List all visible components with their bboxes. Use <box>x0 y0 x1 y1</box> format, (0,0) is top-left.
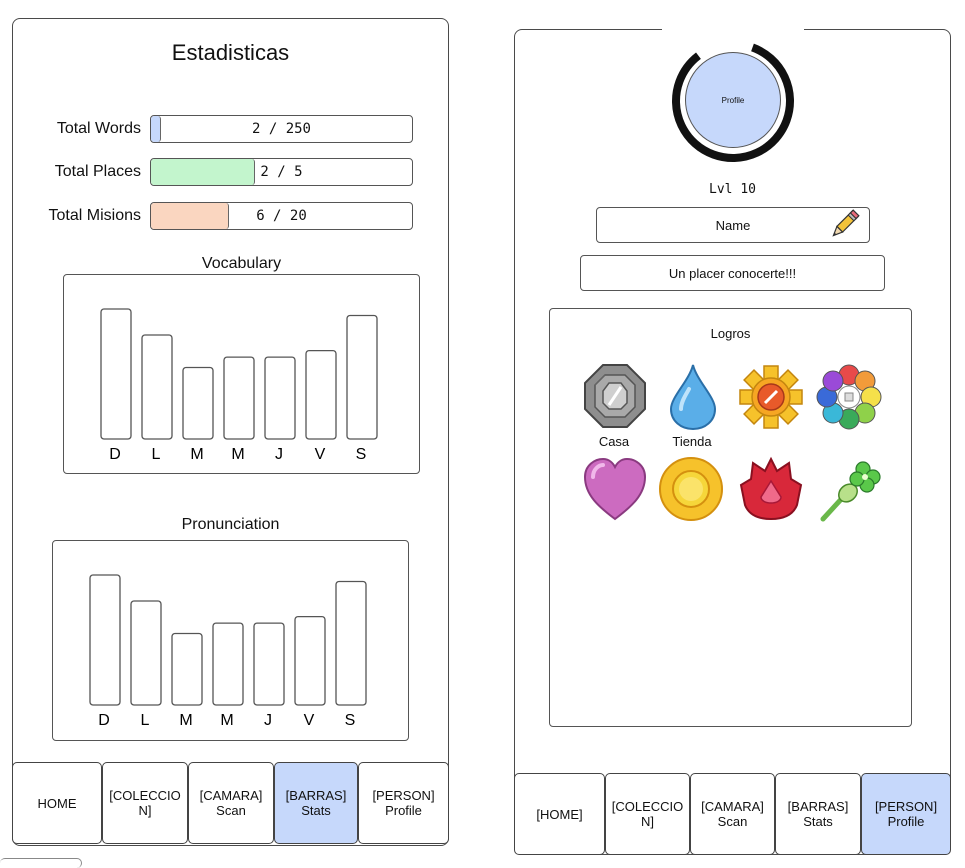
badge-label-casa: Casa <box>598 434 630 449</box>
pencil-icon[interactable] <box>826 207 862 243</box>
bar-m-3 <box>223 356 255 440</box>
earth-badge-icon[interactable] <box>815 455 883 523</box>
nav-collection-button[interactable]: [COLECCIO N] <box>605 773 690 855</box>
bar-j-4 <box>264 356 296 440</box>
nav-profile-button[interactable]: [PERSON] Profile <box>861 773 951 855</box>
bar-l-1 <box>141 334 173 440</box>
category-label-2: M <box>190 446 203 463</box>
category-label-4: J <box>264 712 272 729</box>
boulder-badge-icon[interactable] <box>581 363 649 431</box>
category-label-0: D <box>98 712 110 729</box>
nav-stats-button[interactable]: [BARRAS] Stats <box>274 762 358 844</box>
level-label: Lvl 10 <box>709 182 756 197</box>
bar-j-4 <box>253 622 285 706</box>
nav-home-button[interactable]: HOME <box>12 762 102 844</box>
bar-m-3 <box>212 622 244 706</box>
category-label-0: D <box>109 446 121 463</box>
nav-camera-button[interactable]: [CAMARA] Scan <box>188 762 274 844</box>
category-label-3: M <box>220 712 233 729</box>
bar-d-0 <box>100 308 132 440</box>
category-label-3: M <box>231 446 244 463</box>
greeting-field[interactable]: Un placer conocerte!!! <box>580 255 885 291</box>
badge-label-tienda: Tienda <box>672 434 712 449</box>
volcano-badge-icon[interactable] <box>737 455 805 523</box>
vocabulary-title: Vocabulary <box>201 255 282 272</box>
bar-m-2 <box>182 366 214 440</box>
category-label-4: J <box>275 446 283 463</box>
nav-profile-button[interactable]: [PERSON] Profile <box>358 762 449 844</box>
total-misions-value: 6 / 20 <box>256 208 307 224</box>
category-label-6: S <box>345 712 356 729</box>
bar-l-1 <box>130 600 162 706</box>
bar-s-6 <box>346 314 378 440</box>
category-label-5: V <box>304 712 315 729</box>
greeting-text: Un placer conocerte!!! <box>668 265 797 281</box>
vocabulary-chart: DLMMJVS <box>63 274 420 474</box>
achievements-title: Logros <box>710 326 751 341</box>
avatar[interactable]: Profile <box>685 52 781 148</box>
nav-collection-button[interactable]: [COLECCIO N] <box>102 762 188 844</box>
nav-home-button[interactable]: [HOME] <box>514 773 605 855</box>
category-label-1: L <box>141 712 150 729</box>
category-label-5: V <box>315 446 326 463</box>
bar-v-5 <box>305 349 337 440</box>
marsh-badge-icon[interactable] <box>657 455 725 523</box>
total-words-value: 2 / 250 <box>251 121 311 137</box>
thunder-badge-icon[interactable] <box>737 363 805 431</box>
category-label-1: L <box>152 446 161 463</box>
bar-v-5 <box>294 615 326 706</box>
edge-fragment <box>0 858 82 868</box>
bar-s-6 <box>335 580 367 706</box>
total-words-label: Total Words <box>56 120 141 137</box>
name-value: Name <box>715 217 751 233</box>
category-label-6: S <box>356 446 367 463</box>
total-places-value: 2 / 5 <box>260 164 303 180</box>
total-places-progress: 2 / 5 <box>150 158 413 186</box>
total-words-progress: 2 / 250 <box>150 115 413 143</box>
nav-camera-button[interactable]: [CAMARA] Scan <box>690 773 775 855</box>
rainbow-badge-icon[interactable] <box>815 363 883 431</box>
vocabulary-chart-svg: DLMMJVS <box>100 308 378 463</box>
cascade-badge-icon[interactable] <box>659 363 727 431</box>
soul-badge-icon[interactable] <box>581 455 649 523</box>
bar-m-2 <box>171 632 203 706</box>
total-places-label: Total Places <box>54 163 141 180</box>
total-misions-label: Total Misions <box>48 207 141 224</box>
bar-d-0 <box>89 574 121 706</box>
pronunciation-chart-svg: DLMMJVS <box>89 574 367 729</box>
pronunciation-title: Pronunciation <box>181 516 280 533</box>
pronunciation-chart: DLMMJVS <box>52 540 409 741</box>
total-misions-progress: 6 / 20 <box>150 202 413 230</box>
panel-notch <box>662 24 804 34</box>
category-label-2: M <box>179 712 192 729</box>
page-title: Estadisticas <box>171 40 290 65</box>
nav-stats-button[interactable]: [BARRAS] Stats <box>775 773 861 855</box>
